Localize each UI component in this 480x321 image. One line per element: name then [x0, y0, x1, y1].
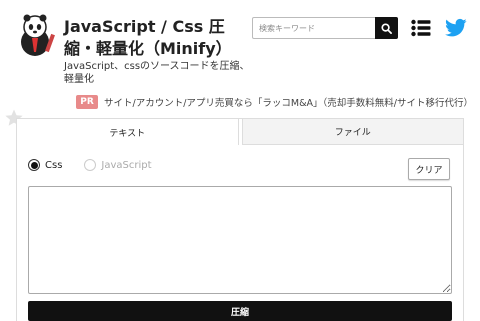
language-options: Css JavaScript: [28, 159, 174, 171]
list-menu-icon[interactable]: [411, 19, 431, 37]
clear-button[interactable]: クリア: [408, 158, 450, 180]
search-box: [252, 17, 398, 39]
ad-link[interactable]: サイト/アカウント/アプリ売買なら「ラッコM&A」（売却手数料無料/サイト移行代…: [104, 95, 473, 109]
twitter-icon[interactable]: [445, 18, 467, 38]
radio-javascript-label[interactable]: JavaScript: [101, 160, 151, 171]
page-title: JavaScript / Css 圧縮・軽量化（Minify）: [64, 17, 232, 58]
search-input[interactable]: [253, 18, 377, 38]
radio-javascript[interactable]: [84, 159, 97, 171]
source-code-input[interactable]: [28, 186, 452, 294]
mascot-logo-icon[interactable]: [14, 12, 60, 58]
radio-css-label[interactable]: Css: [45, 160, 62, 171]
tab-file[interactable]: ファイル: [241, 119, 463, 145]
search-button[interactable]: [375, 17, 398, 39]
ad-banner: PR サイト/アカウント/アプリ売買なら「ラッコM&A」（売却手数料無料/サイト…: [76, 94, 473, 110]
compress-button[interactable]: 圧縮: [28, 301, 452, 321]
radio-css[interactable]: [28, 159, 40, 171]
pr-badge: PR: [76, 95, 98, 109]
page-description: JavaScript、cssのソースコードを圧縮、軽量化: [64, 61, 250, 85]
minify-panel: テキスト ファイル Css JavaScript クリア 圧縮: [16, 118, 464, 321]
tab-bar: テキスト ファイル: [17, 119, 463, 145]
tab-text[interactable]: テキスト: [17, 119, 239, 145]
search-icon: [381, 22, 392, 34]
